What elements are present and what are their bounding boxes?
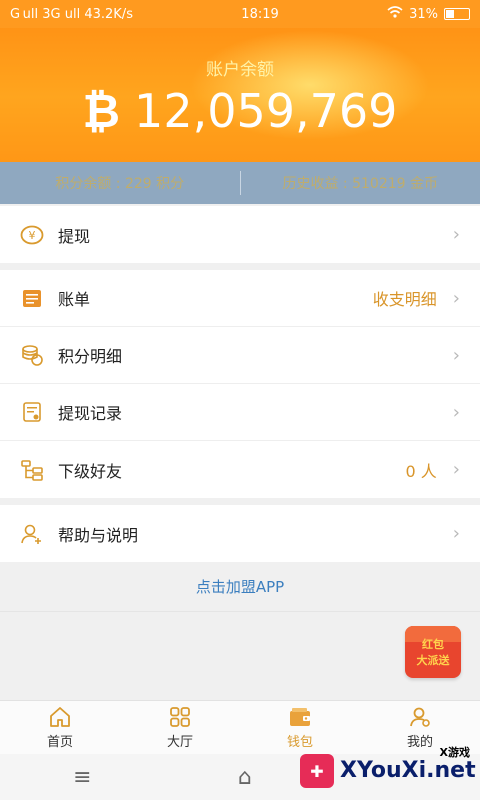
withdraw-group: ¥ 提现 › [0,206,480,263]
menu-item-subordinates[interactable]: 下级好友 0 人 › [0,441,480,498]
watermark-brand: XYouXi.net [340,758,476,783]
svg-text:¥: ¥ [29,229,36,242]
menu-label-withdraw: 提现 [58,226,91,246]
menu-item-points[interactable]: 积分明细 › [0,327,480,384]
red-packet-button[interactable]: 红包 大派送 [405,626,461,678]
wifi-icon [387,5,403,23]
status-right: 31% [387,5,470,23]
chevron-right-icon: › [452,401,460,423]
watermark: ✚ XYouXi.net X游戏 [300,742,480,800]
tab-home[interactable]: 首页 [0,701,120,754]
gamepad-logo-icon: ✚ [300,754,334,788]
receipt-icon [20,400,44,424]
menu-item-withdraw-history[interactable]: 提现记录 › [0,384,480,441]
stats-bar: 积分余额 : 229 积分 历史收益 : 510219 金币 [0,162,480,204]
chevron-right-icon: › [452,523,460,544]
wallet-icon [290,708,310,726]
help-group: 帮助与说明 › [0,505,480,562]
menu-label-points: 积分明细 [58,347,123,366]
menu-item-bill[interactable]: 账单 收支明细 › [0,270,480,327]
red-packet-line1: 红包 [422,638,444,651]
battery-percent: 31% [409,6,438,22]
grid-icon [170,707,190,727]
chevron-right-icon: › [452,287,460,309]
menu-label-subordinates: 下级好友 [58,461,123,481]
ledger-icon [20,286,44,310]
menu-label-help: 帮助与说明 [58,525,139,545]
status-network: G ull 3G ull 43.2K/s [10,7,133,22]
bitcoin-icon: ₿ [82,84,121,138]
user-plus-icon [20,522,44,546]
home-nav-icon[interactable]: ⌂ [238,765,252,790]
balance-title: 账户余额 [206,60,274,80]
account-group: 账单 收支明细 › 积分明细 › 提现记录 › 下级好友 0 人 › [0,270,480,498]
balance-amount: 12,059,769 [134,84,398,138]
tab-label-home: 首页 [46,735,73,750]
status-bar: G ull 3G ull 43.2K/s 18:19 31% [0,0,480,28]
battery-icon [444,8,470,20]
join-app-link[interactable]: 点击加盟APP [0,562,480,612]
menu-label-bill: 账单 [58,290,91,309]
menu-value-bill: 收支明细 [372,290,437,309]
profile-icon [410,707,430,727]
menu-icon[interactable]: ≡ [73,765,91,790]
chevron-right-icon: › [452,224,460,245]
home-icon [50,707,70,727]
menu-item-withdraw[interactable]: ¥ 提现 › [0,206,480,263]
tab-hall[interactable]: 大厅 [120,701,240,754]
tab-label-hall: 大厅 [166,735,193,750]
yuan-coin-icon: ¥ [20,223,44,247]
chevron-right-icon: › [452,459,460,480]
chevron-right-icon: › [452,344,460,366]
menu-item-help[interactable]: 帮助与说明 › [0,505,480,562]
watermark-sub: X游戏 [439,746,470,759]
tree-icon [20,458,44,482]
history-earnings: 历史收益 : 510219 金币 [282,176,438,192]
network-info: G ull 3G ull 43.2K/s [10,6,133,22]
red-packet-line2: 大派送 [416,654,450,667]
points-balance: 积分余额 : 229 积分 [55,176,185,192]
balance-amount-row: ₿ 12,059,769 [0,84,480,138]
menu-value-subordinates: 0 人 [405,461,437,481]
coins-stack-icon [20,343,44,367]
status-time: 18:19 [241,6,279,22]
menu-label-withdraw-history: 提现记录 [58,404,123,423]
